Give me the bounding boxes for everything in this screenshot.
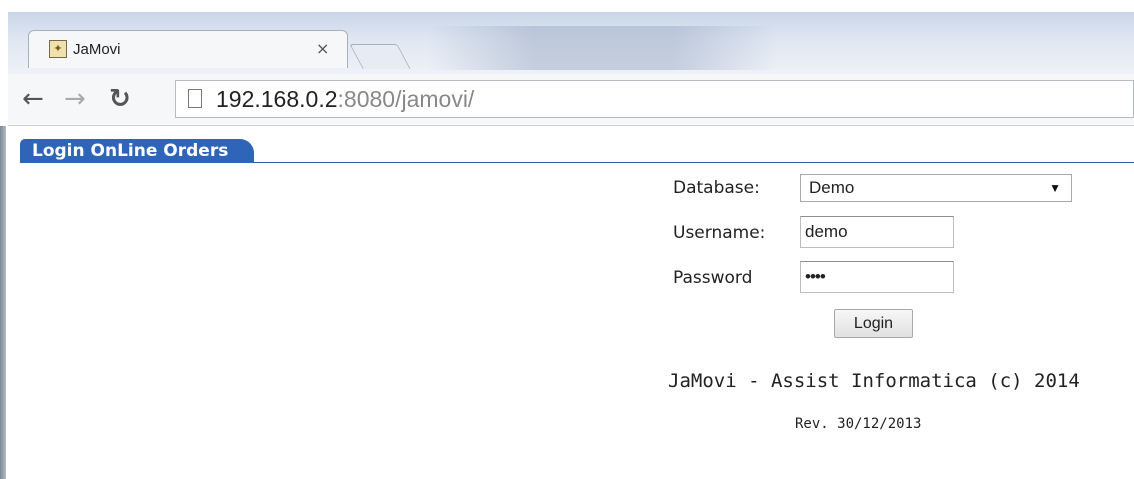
- back-arrow-icon[interactable]: ←: [22, 82, 44, 116]
- forward-arrow-icon[interactable]: →: [64, 82, 86, 116]
- dropdown-arrow-icon: ▼: [1049, 181, 1061, 195]
- copyright-footer: JaMovi - Assist Informatica (c) 2014: [668, 370, 1080, 392]
- browser-toolbar: ← → ↻ 192.168.0.2:8080/jamovi/: [8, 74, 1134, 126]
- address-bar[interactable]: 192.168.0.2:8080/jamovi/: [175, 80, 1134, 118]
- database-select[interactable]: Demo ▼: [800, 174, 1072, 202]
- screen-top-edge: [0, 0, 1134, 12]
- window-background-blur: [428, 26, 778, 70]
- reload-icon[interactable]: ↻: [109, 82, 131, 116]
- database-label: Database:: [673, 178, 760, 198]
- url-path: :8080/jamovi/: [337, 86, 475, 112]
- page-title: Login OnLine Orders: [20, 139, 255, 163]
- url-text: 192.168.0.2:8080/jamovi/: [216, 84, 474, 114]
- database-selected-value: Demo: [809, 178, 855, 197]
- tab-title: JaMovi: [73, 41, 121, 58]
- username-input[interactable]: demo: [800, 216, 954, 248]
- url-host: 192.168.0.2: [216, 86, 338, 112]
- username-label: Username:: [673, 223, 766, 243]
- password-input[interactable]: ••••: [800, 261, 954, 293]
- window-left-edge: [0, 126, 6, 479]
- page-icon: [188, 89, 202, 108]
- tab-close-icon[interactable]: ×: [316, 39, 329, 58]
- login-button[interactable]: Login: [834, 309, 913, 338]
- password-label: Password: [673, 268, 753, 288]
- revision-text: Rev. 30/12/2013: [795, 416, 922, 432]
- app-favicon-icon: ✦: [49, 40, 67, 58]
- browser-tab[interactable]: ✦ JaMovi ×: [28, 30, 348, 68]
